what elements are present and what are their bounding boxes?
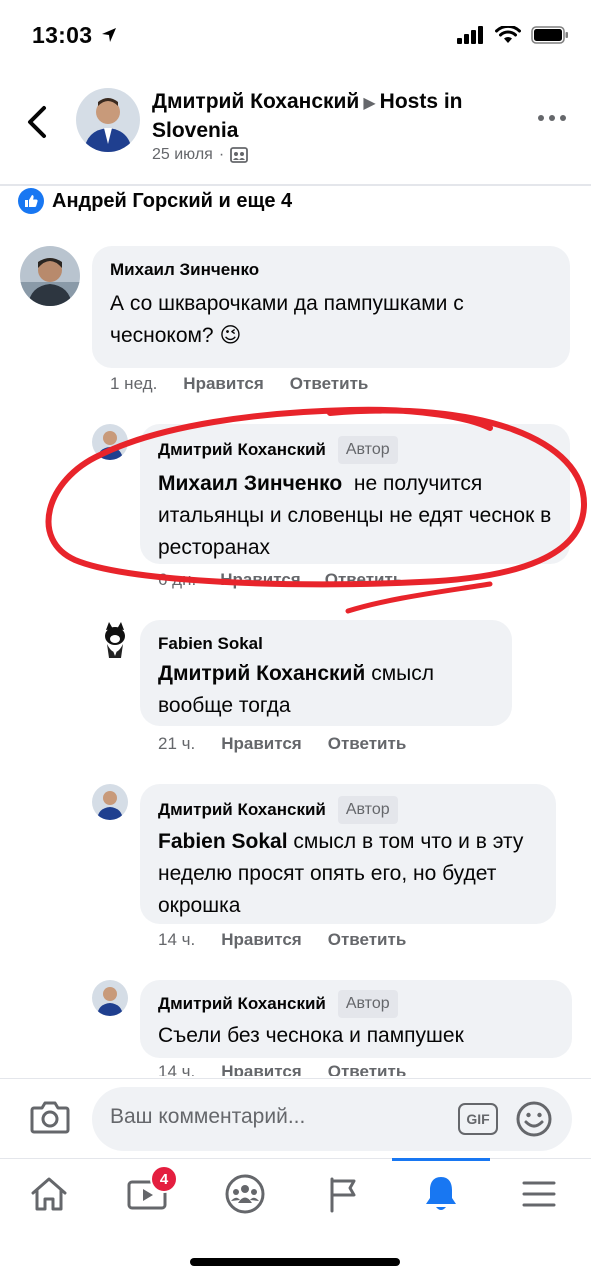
comment-bubble[interactable]: Дмитрий Коханский Автор Михаил Зинченко н… [140,424,570,564]
bottom-tab-bar: 4 [0,1158,591,1244]
post-date[interactable]: 25 июля [152,146,213,164]
cellular-signal-icon [457,26,483,44]
author-badge: Автор [337,796,398,824]
meta-separator: · [218,146,225,163]
wifi-icon [495,26,521,43]
tab-pages[interactable] [294,1159,392,1229]
comment-actions: 6 дн. Нравится Ответить [158,570,403,590]
like-button[interactable]: Нравится [183,374,264,394]
tab-home[interactable] [0,1159,98,1229]
chevron-left-icon [28,106,46,138]
groups-icon [225,1174,265,1214]
camera-icon [30,1101,70,1134]
battery-icon [531,26,568,44]
comment-bubble[interactable]: Михаил Зинченко А со шкварочками да памп… [92,246,570,368]
author-name[interactable]: Дмитрий Коханский [152,90,359,113]
comment-text: Съели без чеснока и пампушек [158,1024,464,1047]
group-privacy-icon [230,147,249,163]
author-avatar[interactable] [76,88,140,152]
like-reaction-icon [18,188,44,214]
home-indicator [190,1258,400,1266]
like-button[interactable]: Нравится [221,930,302,950]
more-dots-icon [538,115,566,121]
comment-author[interactable]: Дмитрий Коханский Автор [158,796,538,824]
commenter-avatar[interactable] [92,784,128,820]
person-avatar-icon [92,784,128,820]
mention-link[interactable]: Fabien Sokal [158,830,288,853]
tab-menu[interactable] [490,1159,588,1229]
post-meta: 25 июля · [152,146,249,164]
cat-avatar-icon [98,620,132,660]
comment-actions: 14 ч. Нравится Ответить [158,1062,406,1076]
author-badge: Автор [337,436,398,464]
comment-bubble[interactable]: Дмитрий Коханский Автор Съели без чеснока… [140,980,572,1058]
person-avatar-icon [92,424,128,460]
bell-icon [426,1177,456,1210]
mention-link[interactable]: Дмитрий Коханский [158,662,365,685]
notification-badge: 4 [150,1165,178,1193]
comment-input-placeholder: Ваш комментарий... [110,1105,306,1128]
comment-age[interactable]: 21 ч. [158,734,195,754]
reply-button[interactable]: Ответить [328,734,407,754]
comment-bubble[interactable]: Fabien Sokal Дмитрий Коханский смысл воо… [140,620,512,726]
commenter-avatar[interactable] [92,980,128,1016]
commenter-avatar[interactable] [92,424,128,460]
person-avatar-icon [20,246,80,306]
comment-actions: 1 нед. Нравится Ответить [110,374,368,394]
location-arrow-icon [102,28,117,42]
smiley-icon [516,1101,552,1137]
person-avatar-icon [76,88,140,152]
comment-bubble[interactable]: Дмитрий Коханский Автор Fabien Sokal смыс… [140,784,556,924]
mention-link[interactable]: Михаил Зинченко [158,472,342,495]
status-icons [457,26,569,44]
reply-button[interactable]: Ответить [325,570,404,590]
home-icon [31,1177,67,1211]
more-options-button[interactable] [535,108,569,128]
comment-author[interactable]: Fabien Sokal [158,632,494,656]
reply-button[interactable]: Ответить [328,1062,407,1076]
reactions-summary[interactable]: Андрей Горский и еще 4 [18,188,292,214]
comment-actions: 21 ч. Нравится Ответить [158,734,406,754]
tab-groups[interactable] [196,1159,294,1229]
comment-text: Fabien Sokal смысл в том что и в эту нед… [158,830,524,917]
comment-age[interactable]: 14 ч. [158,930,195,950]
gif-button[interactable]: GIF [458,1103,498,1135]
triangle-right-icon: ▶ [363,95,376,112]
comment-age[interactable]: 1 нед. [110,374,157,394]
like-button[interactable]: Нравится [220,570,301,590]
emoji-button[interactable] [516,1101,552,1137]
comment-age[interactable]: 6 дн. [158,570,196,590]
comment-text: Дмитрий Коханский смысл вообще тогда [158,662,434,717]
status-bar: 13:03 [0,0,591,70]
tab-notifications[interactable] [392,1158,490,1229]
comment-author[interactable]: Дмитрий Коханский Автор [158,436,552,464]
reply-button[interactable]: Ответить [328,930,407,950]
comment-text: Михаил Зинченко не получится итальянцы и… [158,472,552,559]
comment-actions: 14 ч. Нравится Ответить [158,930,406,950]
post-title[interactable]: Дмитрий Коханский ▶ Hosts in Slovenia [152,88,512,144]
comment-text: А со шкварочками да пампушками с чесноко… [110,292,464,347]
back-button[interactable] [22,104,52,140]
hamburger-menu-icon [522,1181,556,1207]
comment-input[interactable]: Ваш комментарий... GIF [92,1087,572,1151]
comment-age[interactable]: 14 ч. [158,1062,195,1076]
reply-button[interactable]: Ответить [290,374,369,394]
commenter-avatar[interactable] [98,620,132,660]
reactions-text: Андрей Горский и еще 4 [52,189,293,212]
like-button[interactable]: Нравится [221,734,302,754]
comment-author[interactable]: Михаил Зинченко [110,258,552,282]
like-button[interactable]: Нравится [221,1062,302,1076]
author-badge: Автор [337,990,398,1018]
tab-watch[interactable]: 4 [98,1159,196,1229]
camera-button[interactable] [30,1099,70,1135]
comment-author[interactable]: Дмитрий Коханский Автор [158,990,554,1018]
post-header: Дмитрий Коханский ▶ Hosts in Slovenia 25 и… [0,78,591,186]
status-time: 13:03 [32,22,117,49]
person-avatar-icon [92,980,128,1016]
comment-composer: Ваш комментарий... GIF [0,1078,591,1160]
commenter-avatar[interactable] [20,246,80,306]
flag-icon [330,1177,356,1213]
